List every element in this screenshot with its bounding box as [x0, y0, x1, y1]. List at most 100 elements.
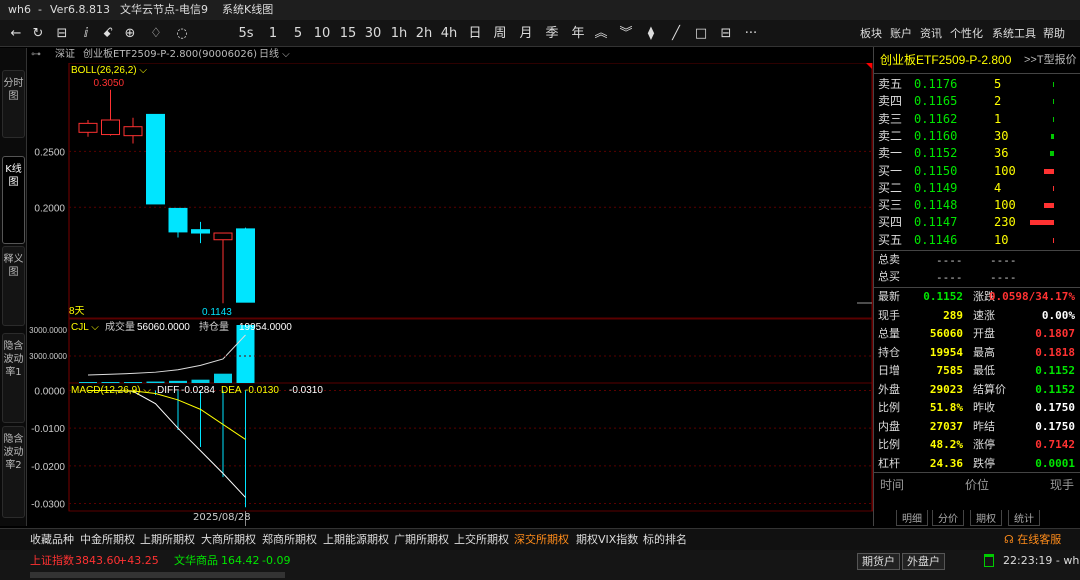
table-icon[interactable]: ⊟	[52, 20, 72, 47]
volume-bar	[214, 373, 232, 383]
bid-row[interactable]: 买二 0.1149 4	[874, 180, 1080, 197]
menu-1[interactable]: 账户	[890, 20, 912, 47]
tab-options[interactable]: 期权	[970, 510, 1002, 526]
indicator-icon[interactable]: ⊕	[120, 20, 140, 47]
headset-icon: ☊	[1004, 533, 1018, 546]
period-0[interactable]: 5s	[235, 20, 257, 47]
stat-value: 7585	[936, 364, 964, 377]
bid-row[interactable]: 买三 0.1148 100	[874, 197, 1080, 214]
depth-bar	[1050, 151, 1054, 157]
stat-value: 56060	[929, 327, 963, 340]
level-label: 卖四	[878, 94, 903, 109]
exchange-tab-7[interactable]: 上交所期权	[454, 529, 509, 551]
stat-value: 0.1818	[1035, 345, 1075, 359]
exchange-tab-0[interactable]: 收藏品种	[30, 529, 74, 551]
online-service-link[interactable]: ☊ 在线客服	[1004, 531, 1061, 547]
period-9[interactable]: 日	[464, 20, 486, 47]
refresh-icon[interactable]: ↻	[28, 20, 48, 47]
period-13[interactable]: 年	[567, 20, 589, 47]
status-scrollbar[interactable]	[30, 572, 285, 578]
candle-body	[191, 229, 210, 234]
period-1[interactable]: 1	[262, 20, 284, 47]
zoom-out-icon[interactable]: ︾	[615, 20, 637, 47]
period-10[interactable]: 周	[489, 20, 511, 47]
rect-icon[interactable]: □	[690, 20, 712, 47]
candle-icon[interactable]: ⅈ	[76, 20, 96, 47]
stat-row: 杠杆 24.36 跌停 0.0001	[874, 455, 1080, 473]
draw-tools-icon[interactable]: ⊟	[715, 20, 737, 47]
tab-implied-vol-2[interactable]: 隐含波动率2	[2, 426, 25, 518]
stat-label: 总量	[878, 328, 900, 340]
diff-line	[88, 390, 246, 498]
crosshair-icon[interactable]: ⧫	[640, 20, 662, 47]
level-price: 0.1146	[914, 232, 958, 247]
macd-tick-label: 0.0000	[34, 387, 65, 398]
menu-0[interactable]: 板块	[860, 20, 882, 47]
tab-definition-chart[interactable]: 释义图	[2, 246, 25, 326]
alarm-icon[interactable]: ♢	[146, 20, 166, 47]
volume-tick-label: 3000.0000	[29, 326, 67, 335]
external-account-button[interactable]: 外盘户	[902, 553, 945, 570]
period-selector[interactable]: 日线 ⌵	[259, 47, 290, 63]
period-11[interactable]: 月	[515, 20, 537, 47]
ask-row[interactable]: 卖三 0.1162 1	[874, 111, 1080, 128]
menu-5[interactable]: 帮助	[1043, 20, 1065, 47]
stat-label: 昨结	[973, 420, 995, 433]
futures-account-button[interactable]: 期货户	[857, 553, 900, 570]
volume-bar	[191, 379, 210, 383]
ask-row[interactable]: 卖四 0.1165 2	[874, 93, 1080, 110]
price-tick-label: 0.2500	[34, 147, 65, 158]
tab-kline-chart[interactable]: K线图	[2, 156, 25, 244]
period-12[interactable]: 季	[541, 20, 563, 47]
timer-icon[interactable]: ◌	[172, 20, 192, 47]
bid-row[interactable]: 买四 0.1147 230	[874, 214, 1080, 231]
period-7[interactable]: 2h	[413, 20, 435, 47]
period-3[interactable]: 10	[311, 20, 333, 47]
menu-3[interactable]: 个性化	[950, 20, 983, 47]
exchange-tab-2[interactable]: 上期所期权	[140, 529, 195, 551]
tab-statistics[interactable]: 统计	[1008, 510, 1040, 526]
tab-detail[interactable]: 明细	[896, 510, 928, 526]
t-quote-link[interactable]: >>T型报价	[1024, 47, 1077, 74]
period-4[interactable]: 15	[337, 20, 359, 47]
bid-row[interactable]: 买五 0.1146 10	[874, 232, 1080, 249]
exchange-tab-6[interactable]: 广期所期权	[394, 529, 449, 551]
exchange-tab-1[interactable]: 中金所期权	[80, 529, 135, 551]
ask-row[interactable]: 卖二 0.1160 30	[874, 128, 1080, 145]
stat-value: 24.36	[929, 456, 963, 470]
exchange-tab-3[interactable]: 大商所期权	[201, 529, 256, 551]
period-5[interactable]: 30	[362, 20, 384, 47]
server-node: 文华云节点-电信9	[120, 3, 208, 16]
more-icon[interactable]: ···	[740, 20, 762, 47]
exchange-tab-9[interactable]: 期权VIX指数	[576, 529, 638, 551]
bid-row[interactable]: 买一 0.1150 100	[874, 163, 1080, 180]
period-6[interactable]: 1h	[388, 20, 410, 47]
candle-body	[78, 122, 98, 133]
level-label: 卖一	[878, 146, 903, 161]
kline-chart[interactable]: 0.2500 0.2000 0.3050 0.1143 8天 BOLL(26,26,2) …	[27, 63, 873, 526]
zoom-in-icon[interactable]: ︽	[590, 20, 612, 47]
kline-icon[interactable]: ꗃ	[98, 20, 118, 47]
link-icon[interactable]: ⊶	[31, 47, 41, 63]
tab-implied-vol-1[interactable]: 隐含波动率1	[2, 333, 25, 423]
level-qty: 230	[994, 215, 1016, 230]
level-label: 买三	[878, 198, 903, 213]
menu-4[interactable]: 系统工具	[992, 20, 1036, 47]
exchange-tab-4[interactable]: 郑商所期权	[262, 529, 317, 551]
ask-row[interactable]: 卖五 0.1176 5	[874, 76, 1080, 93]
ask-row[interactable]: 卖一 0.1152 36	[874, 145, 1080, 162]
menu-2[interactable]: 资讯	[920, 20, 942, 47]
exchange-tab-10[interactable]: 标的排名	[643, 529, 687, 551]
stat-label: 现手	[878, 309, 900, 322]
quote-panel-header: 创业板ETF2509-P-2.800 >>T型报价	[874, 47, 1080, 74]
trade-header-price: 价位	[965, 478, 990, 492]
period-2[interactable]: 5	[287, 20, 309, 47]
chart-header: ⊶ 深证 创业板ETF2509-P-2.800(90006026) 日线 ⌵	[27, 47, 873, 63]
total-row: 总卖 ---- ----	[874, 252, 1080, 269]
tab-time-chart[interactable]: 分时图	[2, 70, 25, 138]
line-draw-icon[interactable]: ╱	[665, 20, 687, 47]
period-8[interactable]: 4h	[438, 20, 460, 47]
tab-price-distribution[interactable]: 分价	[932, 510, 964, 526]
back-icon[interactable]: ←	[6, 20, 26, 47]
exchange-tab-5[interactable]: 上期能源期权	[323, 529, 389, 551]
